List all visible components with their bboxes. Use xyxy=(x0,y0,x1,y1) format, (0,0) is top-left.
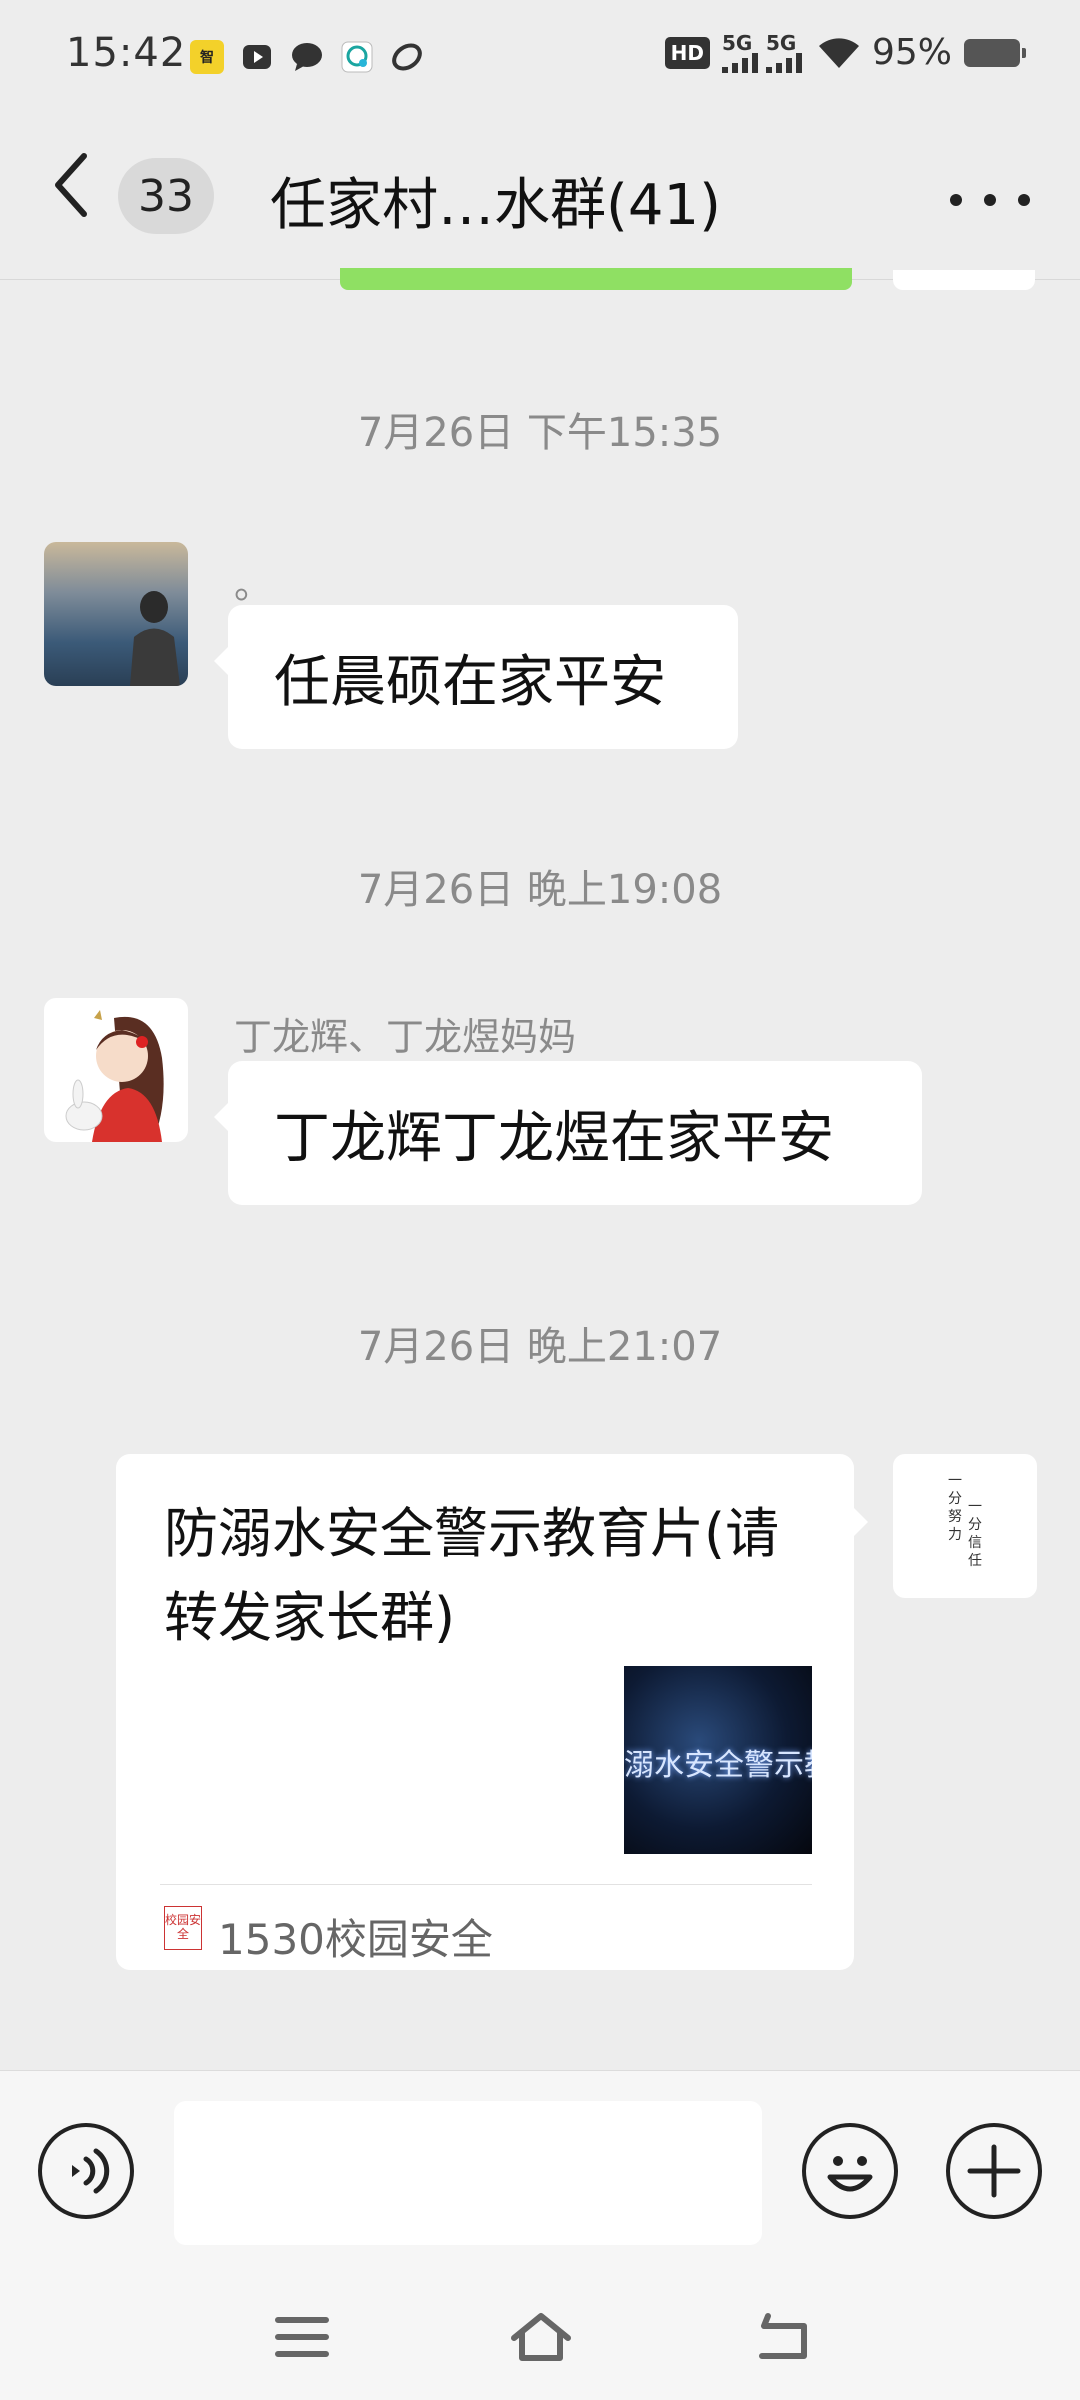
status-time: 15:42 xyxy=(66,30,187,76)
message-text: 丁龙辉丁龙煜在家平安 xyxy=(274,1105,834,1171)
plus-icon xyxy=(967,2144,1021,2198)
back-arrow-icon xyxy=(759,2313,807,2359)
avatar-photo xyxy=(130,591,180,686)
previous-message-bubble[interactable] xyxy=(340,268,852,290)
chat-bubble-icon xyxy=(290,40,324,74)
system-nav-bar xyxy=(0,2270,1080,2400)
card-divider xyxy=(160,1884,812,1885)
chat-header: 33 任家村…水群(41) xyxy=(0,110,1080,280)
wifi-icon xyxy=(818,37,859,68)
more-dot-icon xyxy=(1018,194,1030,206)
message-timestamp: 7月26日 晚上19:08 xyxy=(357,867,723,913)
link-card-source: 1530校园安全 xyxy=(218,1915,493,1964)
more-dot-icon xyxy=(984,194,996,206)
page-title: 任家村…水群(41) xyxy=(270,173,721,238)
sender-name: 丁龙辉、丁龙煜妈妈 xyxy=(234,1015,577,1059)
avatar[interactable] xyxy=(44,998,188,1142)
link-app-icon xyxy=(390,40,424,74)
status-right: HD 5G 5G 95% xyxy=(664,32,1026,73)
back-nav-button[interactable] xyxy=(752,2310,812,2364)
voice-input-button[interactable] xyxy=(38,2123,134,2219)
thumbnail-text: 溺水安全警示教育 xyxy=(624,1748,812,1783)
message-text: 任晨硕在家平安 xyxy=(274,649,666,715)
battery-icon xyxy=(964,38,1026,67)
signal-icon: 5G 5G xyxy=(721,33,806,73)
message-input[interactable] xyxy=(174,2101,762,2245)
notification-icons: 智 xyxy=(190,40,424,74)
voice-icon xyxy=(72,2148,110,2194)
self-avatar[interactable]: 一分努力 一分信任 xyxy=(893,1454,1037,1598)
sender-name: 。 xyxy=(234,563,273,607)
message-app-icon xyxy=(340,40,374,74)
chevron-left-icon xyxy=(55,153,87,217)
more-functions-button[interactable] xyxy=(946,2123,1042,2219)
home-icon xyxy=(511,2313,571,2361)
more-options-button[interactable] xyxy=(950,170,1030,230)
input-bar xyxy=(0,2070,1080,2270)
back-button[interactable] xyxy=(50,150,110,240)
unread-count-badge[interactable]: 33 xyxy=(118,158,214,234)
message-timestamp: 7月26日 下午15:35 xyxy=(357,410,723,456)
message-bubble[interactable]: 丁龙辉丁龙煜在家平安 xyxy=(214,1061,922,1205)
emoji-button[interactable] xyxy=(802,2123,898,2219)
battery-percent: 95% xyxy=(871,32,952,73)
message-bubble[interactable]: 任晨硕在家平安 xyxy=(214,605,738,749)
smiley-icon xyxy=(827,2156,873,2192)
menu-nav-button[interactable] xyxy=(272,2310,332,2364)
avatar-caption: 一分信任 xyxy=(968,1499,982,1569)
status-bar: 15:42 智 HD 5G 5G 95% xyxy=(0,0,1080,110)
video-app-icon xyxy=(240,40,274,74)
more-dot-icon xyxy=(950,194,962,206)
link-card-title: 防溺水安全警示教育片(请转发家长群) xyxy=(164,1502,780,1649)
home-nav-button[interactable] xyxy=(508,2310,574,2364)
avatar-illustration xyxy=(65,1010,164,1142)
avatar[interactable] xyxy=(44,542,188,686)
avatar-caption: 一分努力 xyxy=(948,1473,962,1543)
message-timestamp: 7月26日 晚上21:07 xyxy=(357,1324,723,1370)
previous-self-avatar[interactable] xyxy=(893,270,1035,290)
menu-icon xyxy=(275,2317,329,2357)
link-card[interactable]: 防溺水安全警示教育片(请转发家长群) 溺水安全警示教育 校园安全 1530校园安… xyxy=(116,1454,868,1970)
source-logo-icon: 校园安全 xyxy=(164,1906,202,1950)
news-app-icon: 智 xyxy=(190,40,224,74)
link-card-thumbnail: 溺水安全警示教育 xyxy=(624,1666,812,1854)
hd-icon: HD xyxy=(664,36,710,69)
